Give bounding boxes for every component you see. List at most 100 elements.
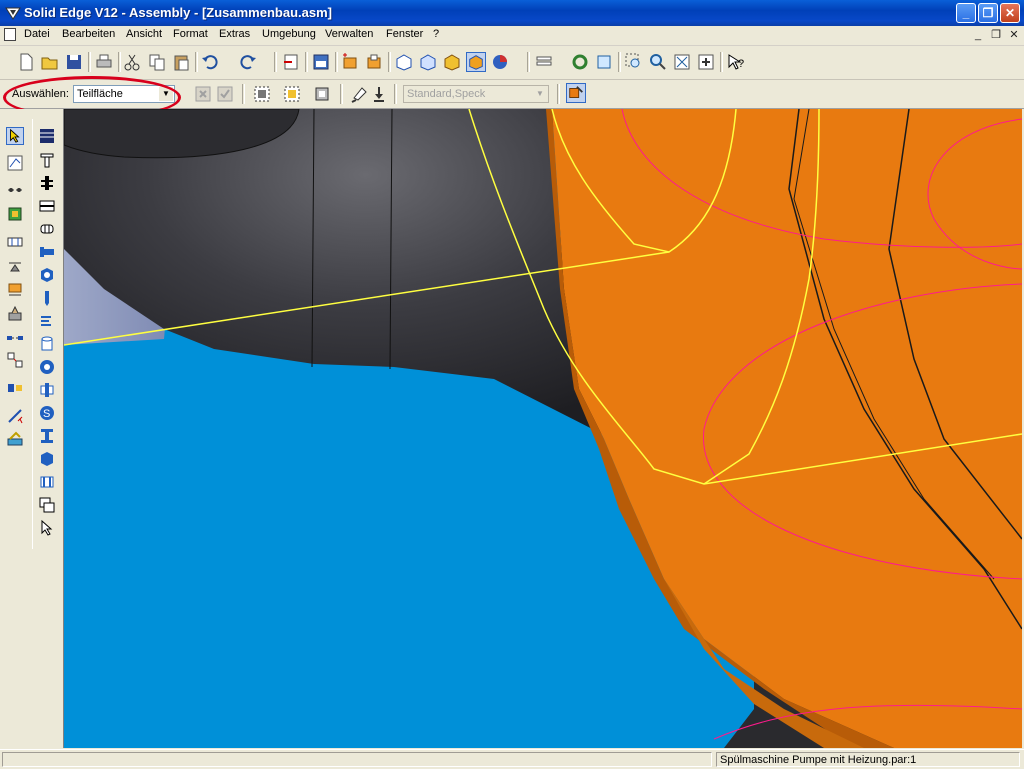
svg-text:S: S — [43, 408, 50, 420]
shade-edges-icon[interactable] — [466, 52, 486, 72]
insert-face-icon[interactable] — [6, 281, 24, 299]
place-part-icon[interactable] — [6, 205, 24, 223]
frame-icon[interactable] — [38, 127, 56, 145]
insert-icon[interactable] — [281, 52, 301, 72]
mate-icon[interactable] — [6, 233, 24, 251]
explode-icon[interactable] — [6, 351, 24, 369]
menu-extras[interactable]: Extras — [219, 28, 250, 40]
part-icon[interactable] — [340, 52, 360, 72]
fit-all-icon[interactable] — [672, 52, 692, 72]
orange-housing-part[interactable] — [552, 109, 1022, 748]
paint-dropdown-icon[interactable] — [372, 84, 386, 104]
fit-icon[interactable] — [594, 52, 614, 72]
accept-icon[interactable] — [215, 84, 235, 104]
cut-icon[interactable] — [122, 52, 142, 72]
bolt-icon[interactable] — [38, 151, 56, 169]
select-face-icon[interactable] — [312, 84, 332, 104]
pan-icon[interactable] — [696, 52, 716, 72]
pipe-icon[interactable] — [38, 220, 56, 238]
spring-icon[interactable]: S — [38, 404, 56, 422]
print-icon[interactable] — [94, 52, 114, 72]
mdi-restore-button[interactable]: ❐ — [988, 28, 1004, 42]
menu-format[interactable]: Format — [173, 28, 208, 40]
gear-icon[interactable] — [38, 473, 56, 491]
shaft-icon[interactable] — [38, 243, 56, 261]
minimize-button[interactable]: _ — [956, 3, 976, 23]
open-icon[interactable] — [40, 52, 60, 72]
solid-edge-app-icon[interactable] — [5, 5, 21, 21]
document-icon[interactable] — [4, 28, 16, 41]
mdi-minimize-button[interactable]: _ — [970, 28, 986, 42]
menu-ansicht[interactable]: Ansicht — [126, 28, 162, 40]
left-toolbar: S — [0, 109, 64, 748]
menu-bearbeiten[interactable]: Bearbeiten — [62, 28, 115, 40]
menu-help[interactable]: ? — [433, 28, 439, 40]
view-top-icon[interactable] — [394, 52, 414, 72]
graphics-window[interactable] — [64, 109, 1022, 748]
paste-icon[interactable] — [171, 52, 191, 72]
cancel-icon[interactable] — [193, 84, 213, 104]
refresh-icon[interactable] — [570, 52, 590, 72]
bearing-icon[interactable] — [38, 358, 56, 376]
hex-icon[interactable] — [38, 450, 56, 468]
menu-verwalten[interactable]: Verwalten — [325, 28, 373, 40]
status-text: Spülmaschine Pumpe mit Heizung.par:1 — [720, 754, 917, 766]
fastener-icon[interactable] — [38, 174, 56, 192]
layer-icon[interactable] — [534, 52, 554, 72]
interference-icon[interactable] — [6, 431, 24, 449]
view-iso-icon[interactable] — [418, 52, 438, 72]
close-button[interactable]: ✕ — [1000, 3, 1020, 23]
save-icon[interactable] — [64, 52, 84, 72]
measure-icon[interactable] — [6, 407, 24, 425]
menu-fenster[interactable]: Fenster — [386, 28, 423, 40]
paint-icon[interactable] — [350, 84, 370, 104]
toolbar-separator — [305, 52, 308, 72]
assembly-model-view[interactable] — [64, 109, 1022, 748]
pin-icon[interactable] — [38, 289, 56, 307]
coupling-icon[interactable] — [38, 381, 56, 399]
style-dropdown[interactable]: Standard,Speck ▼ — [403, 85, 549, 103]
toolbar-separator — [720, 52, 723, 72]
sheet-icon[interactable] — [311, 52, 331, 72]
paint-part-icon[interactable] — [6, 305, 24, 323]
copy-icon[interactable] — [147, 52, 167, 72]
menu-umgebung[interactable]: Umgebung — [262, 28, 316, 40]
zoom-icon[interactable] — [648, 52, 668, 72]
toolbar-separator — [242, 84, 245, 104]
bracket-icon[interactable] — [38, 496, 56, 514]
menu-datei[interactable]: Datei — [24, 28, 50, 40]
nut-icon[interactable] — [38, 266, 56, 284]
help-icon[interactable]: ? — [726, 52, 746, 72]
assembly-icon[interactable] — [364, 52, 384, 72]
toolbar-separator — [88, 52, 91, 72]
pointer-icon[interactable] — [38, 519, 56, 537]
mdi-close-button[interactable]: ✕ — [1006, 28, 1022, 42]
clip-icon[interactable] — [38, 312, 56, 330]
part-painter-icon[interactable] — [566, 83, 586, 103]
shade-icon[interactable] — [442, 52, 462, 72]
toolbar-separator — [335, 52, 338, 72]
new-icon[interactable] — [16, 52, 36, 72]
pattern-icon[interactable] — [6, 181, 24, 199]
washer-icon[interactable] — [38, 197, 56, 215]
toolbar-separator — [340, 84, 343, 104]
align-icon[interactable] — [6, 259, 24, 277]
select-box-icon[interactable] — [282, 84, 302, 104]
svg-text:?: ? — [738, 58, 744, 70]
cylinder-icon[interactable] — [38, 335, 56, 353]
status-panel-left — [2, 752, 712, 767]
zoom-area-icon[interactable] — [624, 52, 644, 72]
color-icon[interactable] — [490, 52, 510, 72]
window-title: Solid Edge V12 - Assembly - [Zusammenbau… — [24, 5, 332, 20]
sketch-icon[interactable] — [6, 154, 24, 172]
select-all-icon[interactable] — [252, 84, 272, 104]
motion-icon[interactable] — [6, 379, 24, 397]
beam-icon[interactable] — [38, 427, 56, 445]
select-tool-icon[interactable] — [6, 127, 24, 145]
undo-icon[interactable] — [200, 52, 220, 72]
restore-button[interactable]: ❐ — [978, 3, 998, 23]
chevron-down-icon[interactable]: ▼ — [533, 87, 547, 101]
toolbar-separator — [557, 84, 560, 104]
redo-icon[interactable] — [238, 52, 258, 72]
connector-icon[interactable] — [6, 329, 24, 347]
